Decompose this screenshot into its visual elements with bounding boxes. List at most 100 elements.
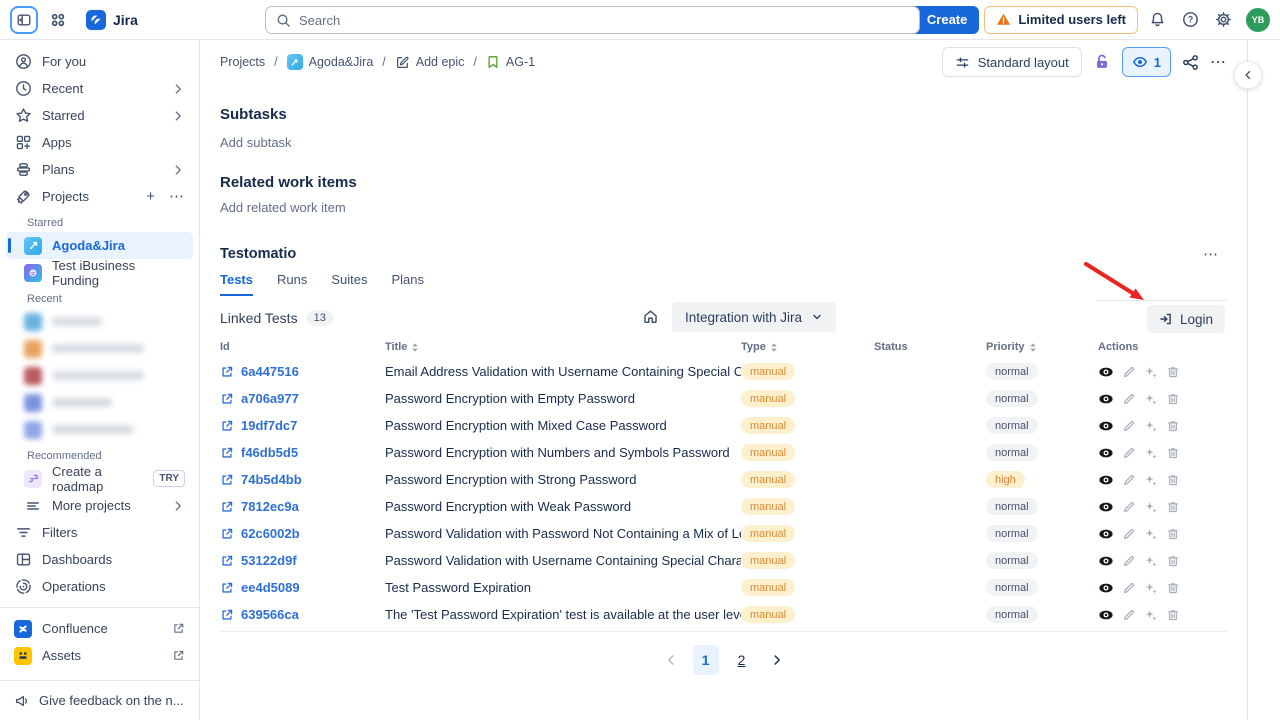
sidebar-item-projects[interactable]: Projects + ⋯ [6, 183, 193, 210]
ai-sparkles-icon[interactable] [1144, 365, 1158, 379]
expand-panel-button[interactable] [1234, 61, 1262, 89]
project-dropdown[interactable]: Integration with Jira [672, 302, 836, 332]
test-id-link[interactable]: 6a447516 [241, 364, 299, 379]
add-project-button[interactable]: + [146, 189, 155, 204]
sidebar-item-plans[interactable]: Plans [6, 156, 193, 183]
edit-icon[interactable] [1122, 500, 1136, 514]
delete-icon[interactable] [1166, 365, 1180, 379]
table-row[interactable]: 639566ca The 'Test Password Expiration' … [220, 601, 1227, 628]
plugin-more-button[interactable]: ⋯ [1203, 245, 1219, 263]
breadcrumb-issue[interactable]: AG-1 [486, 55, 535, 69]
table-row[interactable]: f46db5d5 Password Encryption with Number… [220, 439, 1227, 466]
table-row[interactable]: 53122d9f Password Validation with Userna… [220, 547, 1227, 574]
delete-icon[interactable] [1166, 581, 1180, 595]
sidebar-item-recent-blurred[interactable] [6, 416, 193, 443]
notifications-button[interactable] [1143, 6, 1171, 34]
sidebar-item-filters[interactable]: Filters [6, 519, 193, 546]
edit-icon[interactable] [1122, 446, 1136, 460]
limited-users-button[interactable]: Limited users left [984, 6, 1138, 34]
sidebar-item-confluence[interactable]: Confluence [6, 615, 193, 642]
ai-sparkles-icon[interactable] [1144, 500, 1158, 514]
view-details-icon[interactable] [1098, 472, 1114, 488]
layout-button[interactable]: Standard layout [942, 47, 1082, 77]
ai-sparkles-icon[interactable] [1144, 554, 1158, 568]
home-button[interactable] [642, 308, 659, 325]
sidebar-item-dashboards[interactable]: Dashboards [6, 546, 193, 573]
sidebar-item-create-roadmap[interactable]: Create a roadmap TRY [6, 465, 193, 492]
page-button[interactable]: 2 [729, 645, 755, 675]
column-header-priority[interactable]: Priority [986, 341, 1098, 353]
test-id-link[interactable]: 19df7dc7 [241, 418, 297, 433]
delete-icon[interactable] [1166, 473, 1180, 487]
view-details-icon[interactable] [1098, 499, 1114, 515]
tab-runs[interactable]: Runs [277, 272, 307, 296]
sidebar-item-recent-blurred[interactable] [6, 389, 193, 416]
sidebar-item-recent-blurred[interactable] [6, 362, 193, 389]
ai-sparkles-icon[interactable] [1144, 419, 1158, 433]
sidebar-feedback[interactable]: Give feedback on the n... [0, 680, 199, 720]
sidebar-item-starred[interactable]: Starred [6, 102, 193, 129]
more-actions-button[interactable]: ⋯ [1210, 52, 1227, 72]
sidebar-project-agoda-jira[interactable]: Agoda&Jira [6, 232, 193, 259]
sidebar-toggle-button[interactable] [10, 6, 38, 34]
sidebar-project-test-ibusiness[interactable]: Test iBusiness Funding [6, 259, 193, 286]
table-row[interactable]: 19df7dc7 Password Encryption with Mixed … [220, 412, 1227, 439]
global-search[interactable] [265, 6, 920, 34]
test-id-link[interactable]: 7812ec9a [241, 499, 299, 514]
tab-tests[interactable]: Tests [220, 272, 253, 296]
user-avatar[interactable]: YB [1246, 8, 1270, 32]
tab-suites[interactable]: Suites [331, 272, 367, 296]
edit-icon[interactable] [1122, 365, 1136, 379]
test-id-link[interactable]: 74b5d4bb [241, 472, 302, 487]
ai-sparkles-icon[interactable] [1144, 473, 1158, 487]
delete-icon[interactable] [1166, 392, 1180, 406]
delete-icon[interactable] [1166, 554, 1180, 568]
edit-icon[interactable] [1122, 473, 1136, 487]
sidebar-item-recent[interactable]: Recent [6, 75, 193, 102]
sidebar-item-operations[interactable]: Operations [6, 573, 193, 600]
table-row[interactable]: 74b5d4bb Password Encryption with Strong… [220, 466, 1227, 493]
edit-icon[interactable] [1122, 554, 1136, 568]
sidebar-item-recent-blurred[interactable] [6, 335, 193, 362]
table-row[interactable]: 6a447516 Email Address Validation with U… [220, 358, 1227, 385]
sidebar-item-apps[interactable]: Apps [6, 129, 193, 156]
table-row[interactable]: 62c6002b Password Validation with Passwo… [220, 520, 1227, 547]
column-header-title[interactable]: Title [385, 341, 741, 353]
test-id-link[interactable]: 53122d9f [241, 553, 297, 568]
view-details-icon[interactable] [1098, 391, 1114, 407]
add-related-work-item-link[interactable]: Add related work item [220, 199, 1227, 217]
ai-sparkles-icon[interactable] [1144, 527, 1158, 541]
breadcrumb-project[interactable]: Agoda&Jira [287, 54, 374, 70]
breadcrumb-projects[interactable]: Projects [220, 55, 265, 69]
add-subtask-link[interactable]: Add subtask [220, 134, 1227, 152]
login-button[interactable]: Login [1147, 305, 1225, 333]
previous-page-button[interactable] [664, 653, 678, 667]
table-row[interactable]: ee4d5089 Test Password Expiration manual… [220, 574, 1227, 601]
view-details-icon[interactable] [1098, 553, 1114, 569]
watchers-button[interactable]: 1 [1122, 47, 1171, 77]
delete-icon[interactable] [1166, 608, 1180, 622]
ai-sparkles-icon[interactable] [1144, 608, 1158, 622]
search-input[interactable] [299, 13, 909, 28]
next-page-button[interactable] [770, 653, 784, 667]
column-header-type[interactable]: Type [741, 341, 874, 353]
ai-sparkles-icon[interactable] [1144, 392, 1158, 406]
sidebar-item-assets[interactable]: Assets [6, 642, 193, 669]
table-row[interactable]: 7812ec9a Password Encryption with Weak P… [220, 493, 1227, 520]
view-details-icon[interactable] [1098, 526, 1114, 542]
view-details-icon[interactable] [1098, 364, 1114, 380]
sidebar-item-for-you[interactable]: For you [6, 48, 193, 75]
help-button[interactable]: ? [1176, 6, 1204, 34]
projects-more-button[interactable]: ⋯ [169, 189, 185, 204]
delete-icon[interactable] [1166, 446, 1180, 460]
delete-icon[interactable] [1166, 500, 1180, 514]
unlock-button[interactable] [1093, 53, 1111, 71]
share-button[interactable] [1182, 54, 1199, 71]
ai-sparkles-icon[interactable] [1144, 581, 1158, 595]
test-id-link[interactable]: f46db5d5 [241, 445, 298, 460]
sidebar-item-recent-blurred[interactable] [6, 308, 193, 335]
delete-icon[interactable] [1166, 527, 1180, 541]
edit-icon[interactable] [1122, 608, 1136, 622]
jira-logo[interactable]: Jira [86, 10, 138, 30]
table-row[interactable]: a706a977 Password Encryption with Empty … [220, 385, 1227, 412]
